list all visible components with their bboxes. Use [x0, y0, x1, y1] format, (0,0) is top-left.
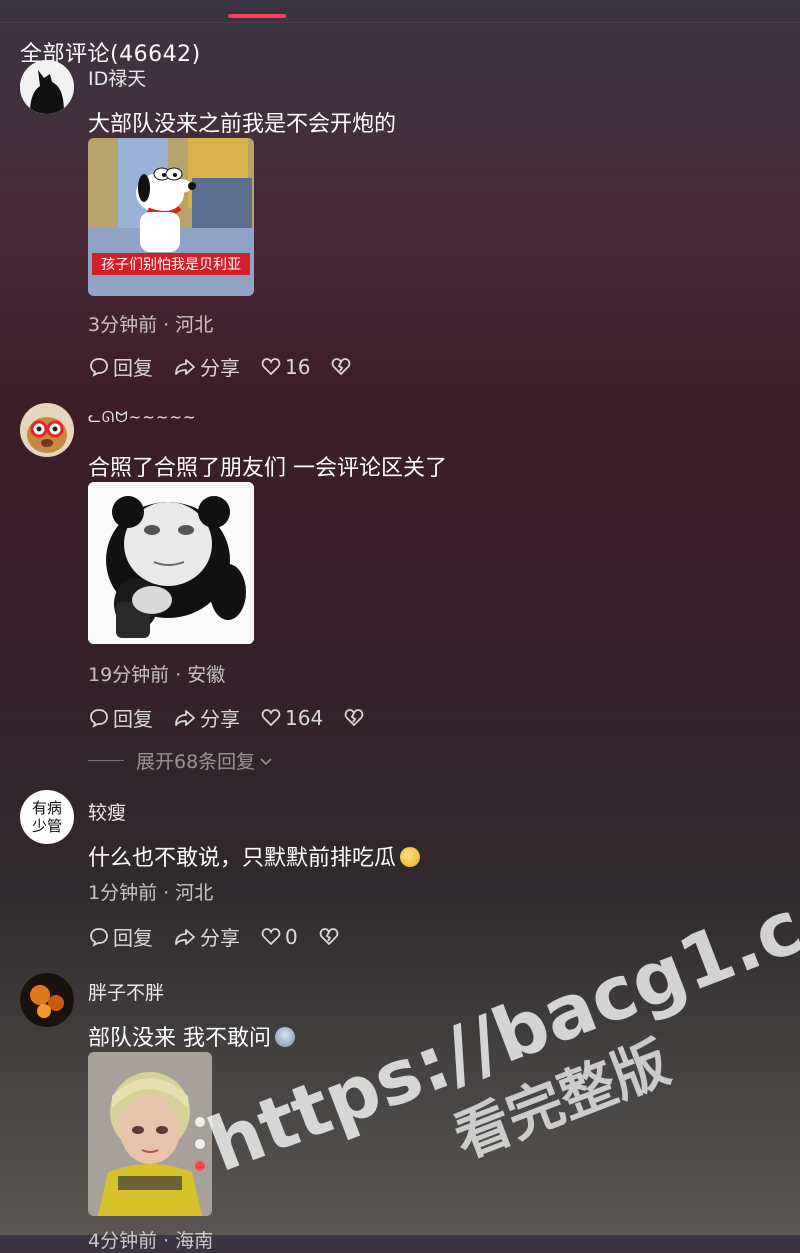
- comment-text: 什么也不敢说，只默默前排吃瓜: [88, 840, 421, 872]
- reply-button[interactable]: 回复: [88, 703, 153, 732]
- share-button[interactable]: 分享: [173, 922, 240, 951]
- comment-text: 部队没来 我不敢问: [88, 1020, 295, 1052]
- share-button[interactable]: 分享: [173, 352, 240, 381]
- like-button[interactable]: 16: [260, 355, 310, 379]
- broken-heart-icon: [319, 927, 339, 945]
- share-icon: [175, 928, 195, 945]
- share-label: 分享: [200, 356, 240, 380]
- like-count: 164: [285, 705, 324, 730]
- username[interactable]: 较瘦: [88, 798, 126, 825]
- watermark-subtitle: 看完整版: [445, 1030, 679, 1172]
- expand-replies-button[interactable]: 展开68条回复: [88, 747, 275, 774]
- like-count: 0: [285, 924, 298, 949]
- avatar[interactable]: 有病少管: [20, 790, 74, 844]
- comment-text: 大部队没来之前我是不会开炮的: [88, 112, 397, 137]
- reply-label: 回复: [113, 926, 153, 950]
- reply-icon: [90, 927, 108, 947]
- share-button[interactable]: 分享: [173, 703, 240, 732]
- broken-heart-icon: [344, 708, 364, 726]
- username[interactable]: ᓚᘏᗢ~~~~~: [88, 408, 197, 426]
- broken-heart-icon: [332, 357, 351, 375]
- melon-emoji-icon: [400, 847, 421, 867]
- reply-label: 回复: [113, 707, 153, 731]
- comment-meta: 4分钟前 · 海南: [88, 1230, 214, 1252]
- heart-icon: [261, 357, 281, 375]
- expand-replies-label: 展开68条回复: [136, 751, 256, 773]
- comment-meta: 1分钟前 · 河北: [88, 882, 214, 904]
- image-caption: 孩子们别怕我是贝利亚: [101, 257, 241, 273]
- share-icon: [175, 358, 195, 375]
- reply-button[interactable]: 回复: [88, 352, 153, 381]
- avatar-text: 有病少管: [31, 799, 62, 835]
- reply-button[interactable]: 回复: [88, 922, 153, 951]
- comment-text: 合照了合照了朋友们 一会评论区关了: [88, 456, 447, 481]
- divider: [0, 22, 800, 23]
- comment-actions: 回复 分享 0: [88, 922, 363, 951]
- share-label: 分享: [200, 926, 240, 950]
- tab-indicator: [228, 14, 286, 18]
- share-label: 分享: [200, 707, 240, 731]
- comment-image[interactable]: [88, 1052, 212, 1216]
- comment-actions: 回复 分享 16: [88, 352, 375, 381]
- sweat-emoji-icon: [275, 1027, 295, 1047]
- heart-icon: [261, 927, 281, 945]
- like-count: 16: [285, 354, 311, 379]
- comment-image[interactable]: 孩子们别怕我是贝利亚: [88, 138, 254, 296]
- like-button[interactable]: 0: [260, 925, 298, 949]
- comment-actions: 回复 分享 164: [88, 703, 388, 732]
- reply-icon: [90, 708, 108, 728]
- username[interactable]: 胖子不胖: [88, 978, 164, 1005]
- reply-label: 回复: [113, 356, 153, 380]
- comment-text-value: 部队没来 我不敢问: [88, 1026, 271, 1051]
- share-icon: [175, 709, 195, 726]
- dislike-button[interactable]: [318, 926, 343, 948]
- dislike-button[interactable]: [330, 356, 355, 378]
- avatar[interactable]: [20, 60, 74, 114]
- username[interactable]: ID禄天: [88, 64, 146, 91]
- reply-icon: [90, 357, 108, 377]
- comment-meta: 3分钟前 · 河北: [88, 314, 214, 336]
- comment-text-value: 什么也不敢说，只默默前排吃瓜: [88, 846, 397, 871]
- avatar[interactable]: [20, 973, 74, 1027]
- divider: [88, 760, 124, 761]
- watermark-url: https://bacg1.com: [197, 838, 800, 1189]
- like-button[interactable]: 164: [260, 706, 323, 730]
- avatar[interactable]: [20, 403, 74, 457]
- comment-meta: 19分钟前 · 安徽: [88, 664, 226, 686]
- dislike-button[interactable]: [343, 707, 368, 729]
- comment-image[interactable]: [88, 482, 254, 644]
- watermark: https://bacg1.com 看完整版: [197, 838, 800, 1215]
- chevron-down-icon: [260, 757, 272, 765]
- heart-icon: [261, 708, 281, 726]
